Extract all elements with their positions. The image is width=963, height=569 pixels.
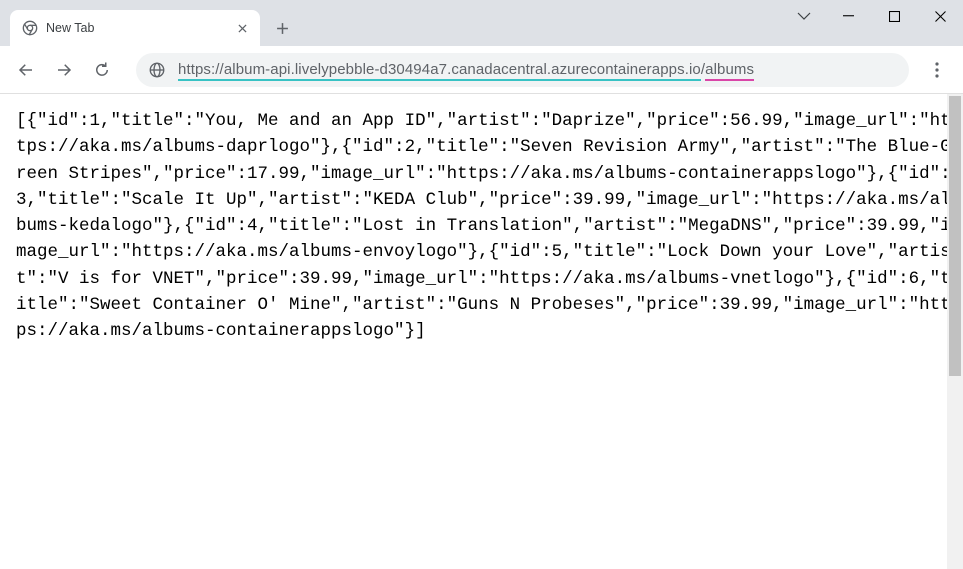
window-controls (787, 0, 963, 32)
browser-menu-button[interactable] (919, 52, 955, 88)
globe-icon (148, 61, 166, 79)
window-close-button[interactable] (917, 0, 963, 32)
close-icon (935, 11, 946, 22)
minimize-icon (843, 15, 854, 17)
titlebar: New Tab (0, 0, 963, 46)
back-button[interactable] (8, 52, 44, 88)
url-path: albums (705, 61, 754, 81)
scrollbar-track[interactable] (947, 94, 963, 569)
arrow-left-icon (17, 61, 35, 79)
response-body[interactable]: [{"id":1,"title":"You, Me and an App ID"… (0, 94, 963, 569)
url-host: https://album-api.livelypebble-d30494a7.… (178, 61, 701, 81)
forward-button[interactable] (46, 52, 82, 88)
kebab-menu-icon (935, 62, 939, 78)
maximize-button[interactable] (871, 0, 917, 32)
maximize-icon (889, 11, 900, 22)
browser-tab[interactable]: New Tab (10, 10, 260, 46)
scrollbar-thumb[interactable] (949, 96, 961, 376)
chevron-down-icon (797, 12, 811, 20)
plus-icon (276, 22, 289, 35)
tab-close-button[interactable] (234, 20, 250, 36)
minimize-button[interactable] (825, 0, 871, 32)
toolbar: https://album-api.livelypebble-d30494a7.… (0, 46, 963, 94)
close-icon (238, 24, 247, 33)
viewport: [{"id":1,"title":"You, Me and an App ID"… (0, 94, 963, 569)
reload-icon (93, 61, 111, 79)
tab-search-button[interactable] (787, 0, 821, 32)
new-tab-button[interactable] (268, 14, 296, 42)
arrow-right-icon (55, 61, 73, 79)
url-text: https://album-api.livelypebble-d30494a7.… (178, 61, 754, 78)
tab-title: New Tab (46, 21, 234, 35)
address-bar[interactable]: https://album-api.livelypebble-d30494a7.… (136, 53, 909, 87)
reload-button[interactable] (84, 52, 120, 88)
chrome-favicon-icon (22, 20, 38, 36)
